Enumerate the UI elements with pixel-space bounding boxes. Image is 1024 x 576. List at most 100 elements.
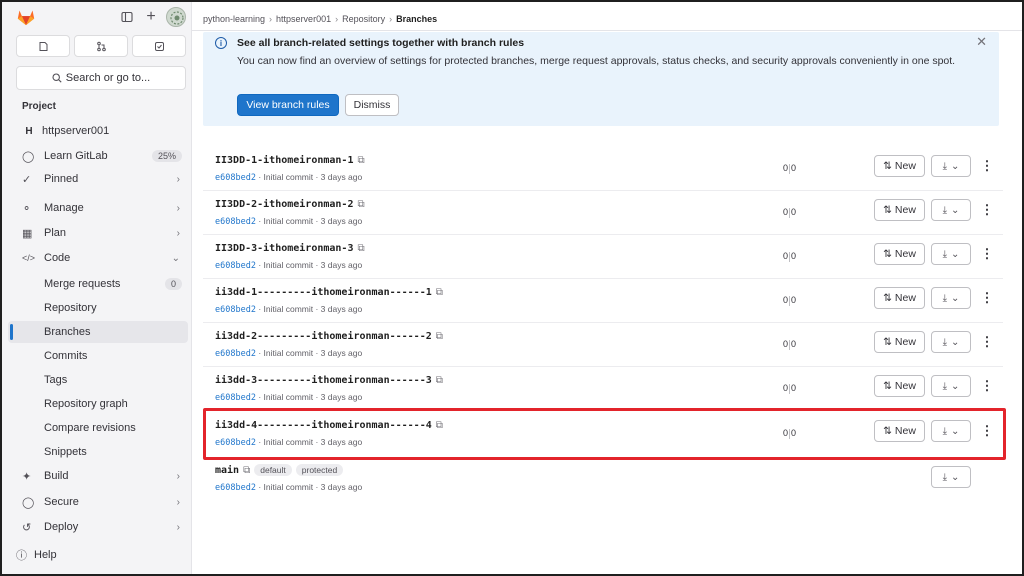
chevron-down-icon: ⌄	[951, 292, 960, 304]
more-actions-icon[interactable]: ⋮	[981, 156, 994, 176]
download-dropdown[interactable]: ⤓ ⌄	[931, 243, 971, 265]
download-dropdown[interactable]: ⤓ ⌄	[931, 375, 971, 397]
sidebar-item-tags[interactable]: Tags	[8, 369, 188, 391]
sidebar-item-label: Build	[44, 470, 69, 482]
sidebar-item-manage[interactable]: ⚬ Manage ›	[8, 197, 188, 219]
commit-info: e608bed2 · Initial commit · 3 days ago	[215, 216, 362, 227]
sidebar-item-commits[interactable]: Commits	[8, 345, 188, 367]
commit-info: e608bed2 · Initial commit · 3 days ago	[215, 172, 362, 183]
chevron-down-icon: ⌄	[951, 471, 960, 483]
sidebar-item-deploy[interactable]: ↺ Deploy ›	[8, 516, 188, 538]
new-label: New	[894, 425, 916, 437]
commit-message: · Initial commit · 3 days ago	[255, 437, 363, 447]
sidebar-item-compare-revisions[interactable]: Compare revisions	[8, 417, 188, 439]
chevron-right-icon: ›	[176, 202, 180, 214]
ahead-count: 0	[791, 428, 797, 438]
breadcrumb-repository[interactable]: Repository	[342, 14, 385, 24]
commit-sha[interactable]: e608bed2	[215, 483, 256, 493]
user-avatar[interactable]	[166, 7, 186, 27]
copy-icon[interactable]: ⧉	[436, 420, 443, 431]
issues-tab[interactable]	[16, 35, 70, 57]
commit-message: · Initial commit · 3 days ago	[255, 348, 363, 358]
commit-sha[interactable]: e608bed2	[215, 217, 256, 227]
sidebar-item-plan[interactable]: ▦ Plan ›	[8, 222, 188, 244]
branch-name[interactable]: ii3dd-2---------ithomeironman------2	[215, 331, 432, 342]
sidebar-item-snippets[interactable]: Snippets	[8, 441, 188, 463]
download-dropdown[interactable]: ⤓ ⌄	[931, 287, 971, 309]
new-merge-request-button[interactable]: ⇅ New	[874, 420, 925, 442]
sidebar-item-secure[interactable]: ◯ Secure ›	[8, 491, 188, 513]
copy-icon[interactable]: ⧉	[243, 465, 250, 476]
branch-row: II3DD-2-ithomeironman-2 ⧉ e608bed2 · Init…	[203, 191, 1003, 235]
more-actions-icon[interactable]: ⋮	[981, 288, 994, 308]
create-new-icon[interactable]: +	[142, 8, 160, 26]
branch-name[interactable]: II3DD-2-ithomeironman-2	[215, 199, 353, 210]
breadcrumb-current[interactable]: Branches	[396, 14, 437, 24]
download-dropdown[interactable]: ⤓ ⌄	[931, 466, 971, 488]
sidebar-item-code[interactable]: </> Code ⌄	[8, 247, 188, 269]
branch-name[interactable]: main	[215, 465, 239, 476]
copy-icon[interactable]: ⧉	[436, 331, 443, 342]
copy-icon[interactable]: ⧉	[357, 243, 364, 254]
chevron-down-icon: ⌄	[951, 336, 960, 348]
collapse-sidebar-icon[interactable]	[118, 8, 136, 26]
search-button[interactable]: Search or go to...	[16, 66, 186, 90]
help-icon: ⓘ	[16, 550, 27, 562]
copy-icon[interactable]: ⧉	[357, 155, 364, 166]
sidebar-item-build[interactable]: ✦ Build ›	[8, 465, 188, 487]
breadcrumb-project[interactable]: httpserver001	[276, 14, 331, 24]
todos-tab[interactable]	[132, 35, 186, 57]
dismiss-button[interactable]: Dismiss	[345, 94, 399, 116]
sidebar-item-label: Learn GitLab	[44, 150, 108, 162]
sidebar-item-repository[interactable]: Repository	[8, 297, 188, 319]
more-actions-icon[interactable]: ⋮	[981, 332, 994, 352]
copy-icon[interactable]: ⧉	[436, 375, 443, 386]
commit-sha[interactable]: e608bed2	[215, 261, 256, 271]
sidebar-help[interactable]: ⓘ Help	[8, 544, 188, 566]
sidebar-item-pinned[interactable]: ✓ Pinned ›	[8, 168, 188, 190]
branch-name[interactable]: ii3dd-4---------ithomeironman------4	[215, 420, 432, 431]
copy-icon[interactable]: ⧉	[357, 199, 364, 210]
more-actions-icon[interactable]: ⋮	[981, 200, 994, 220]
breadcrumb: python-learning › httpserver001 › Reposi…	[203, 14, 437, 24]
sidebar-item-branches[interactable]: Branches	[8, 321, 188, 343]
copy-icon[interactable]: ⧉	[436, 287, 443, 298]
download-dropdown[interactable]: ⤓ ⌄	[931, 199, 971, 221]
new-merge-request-button[interactable]: ⇅ New	[874, 199, 925, 221]
gitlab-logo-icon[interactable]	[16, 8, 36, 26]
new-merge-request-button[interactable]: ⇅ New	[874, 331, 925, 353]
new-merge-request-button[interactable]: ⇅ New	[874, 155, 925, 177]
sidebar-item-repository-graph[interactable]: Repository graph	[8, 393, 188, 415]
branch-name[interactable]: II3DD-3-ithomeironman-3	[215, 243, 353, 254]
sidebar-item-label: Manage	[44, 202, 84, 214]
commit-sha[interactable]: e608bed2	[215, 438, 256, 448]
header-divider	[192, 30, 1022, 31]
download-icon: ⤓	[942, 248, 948, 260]
sidebar-item-learn-gitlab[interactable]: ◯ Learn GitLab 25%	[8, 145, 188, 167]
more-actions-icon[interactable]: ⋮	[981, 421, 994, 441]
sidebar-item-merge-requests[interactable]: Merge requests 0	[8, 273, 188, 295]
close-icon[interactable]: ✕	[976, 34, 987, 50]
commit-sha[interactable]: e608bed2	[215, 173, 256, 183]
merge-requests-tab[interactable]	[74, 35, 128, 57]
commit-sha[interactable]: e608bed2	[215, 305, 256, 315]
branch-name[interactable]: ii3dd-1---------ithomeironman------1	[215, 287, 432, 298]
branch-name[interactable]: ii3dd-3---------ithomeironman------3	[215, 375, 432, 386]
new-merge-request-button[interactable]: ⇅ New	[874, 243, 925, 265]
download-dropdown[interactable]: ⤓ ⌄	[931, 331, 971, 353]
more-actions-icon[interactable]: ⋮	[981, 376, 994, 396]
new-merge-request-button[interactable]: ⇅ New	[874, 287, 925, 309]
new-merge-request-button[interactable]: ⇅ New	[874, 375, 925, 397]
merge-request-icon: ⇅	[883, 204, 892, 216]
breadcrumb-group[interactable]: python-learning	[203, 14, 265, 24]
pin-icon: ✓	[22, 173, 32, 186]
view-branch-rules-button[interactable]: View branch rules	[237, 94, 339, 116]
commit-sha[interactable]: e608bed2	[215, 349, 256, 359]
download-dropdown[interactable]: ⤓ ⌄	[931, 155, 971, 177]
sidebar-item-project[interactable]: H httpserver001	[8, 120, 188, 142]
new-label: New	[894, 380, 916, 392]
branch-name[interactable]: II3DD-1-ithomeironman-1	[215, 155, 353, 166]
commit-sha[interactable]: e608bed2	[215, 393, 256, 403]
more-actions-icon[interactable]: ⋮	[981, 244, 994, 264]
download-dropdown[interactable]: ⤓ ⌄	[931, 420, 971, 442]
